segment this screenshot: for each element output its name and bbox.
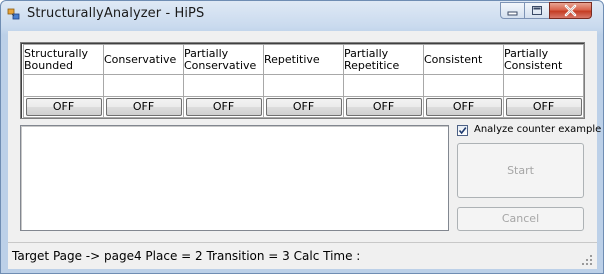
result-cell (183, 74, 264, 97)
structurally-bounded-toggle-button[interactable]: OFF (25, 98, 102, 116)
result-cell (503, 74, 584, 97)
result-cell (423, 74, 504, 97)
result-row (23, 74, 584, 97)
client-area: Structurally Bounded Conservative Partial… (8, 31, 601, 269)
resize-grip-icon[interactable] (582, 255, 593, 266)
header-consistent: Consistent (423, 44, 504, 75)
cancel-button[interactable]: Cancel (457, 207, 584, 231)
header-partially-conservative: Partially Conservative (183, 44, 264, 75)
result-cell (103, 74, 184, 97)
header-structurally-bounded: Structurally Bounded (23, 44, 104, 75)
partially-repetitive-toggle-button[interactable]: OFF (345, 98, 422, 116)
conservative-toggle-button[interactable]: OFF (105, 98, 182, 116)
maximize-icon (532, 6, 542, 15)
app-icon (7, 8, 20, 20)
minimize-button[interactable] (500, 2, 525, 19)
status-bar: Target Page -> page4 Place = 2 Transitio… (8, 242, 597, 269)
app-window: StructurallyAnalyzer - HiPS Structurally… (0, 0, 604, 274)
header-repetitive: Repetitive (263, 44, 344, 75)
status-text: Target Page -> page4 Place = 2 Transitio… (12, 249, 361, 263)
result-cell (263, 74, 344, 97)
header-partially-repetitive: Partially Repetitice (343, 44, 424, 75)
close-button[interactable] (549, 2, 592, 19)
window-title: StructurallyAnalyzer - HiPS (27, 6, 205, 21)
maximize-button[interactable] (524, 2, 550, 19)
minimize-icon (507, 11, 518, 16)
properties-table: Structurally Bounded Conservative Partial… (23, 44, 584, 118)
output-textbox[interactable] (20, 125, 449, 231)
consistent-toggle-button[interactable]: OFF (425, 98, 502, 116)
toggle-row: OFF OFF OFF OFF OFF OFF OFF (23, 96, 584, 118)
close-icon (564, 4, 577, 17)
checkbox-box[interactable] (457, 125, 468, 136)
repetitive-toggle-button[interactable]: OFF (265, 98, 342, 116)
partially-conservative-toggle-button[interactable]: OFF (185, 98, 262, 116)
start-button[interactable]: Start (457, 143, 584, 198)
analyze-counter-example-label: Analyze counter example (474, 124, 602, 135)
header-conservative: Conservative (103, 44, 184, 75)
header-row: Structurally Bounded Conservative Partial… (23, 44, 584, 75)
checkmark-icon (458, 127, 467, 135)
header-partially-consistent: Partially Consistent (503, 44, 584, 75)
result-cell (343, 74, 424, 97)
properties-grid: Structurally Bounded Conservative Partial… (20, 42, 585, 119)
title-bar[interactable]: StructurallyAnalyzer - HiPS (1, 1, 603, 28)
result-cell (23, 74, 104, 97)
partially-consistent-toggle-button[interactable]: OFF (505, 98, 582, 116)
